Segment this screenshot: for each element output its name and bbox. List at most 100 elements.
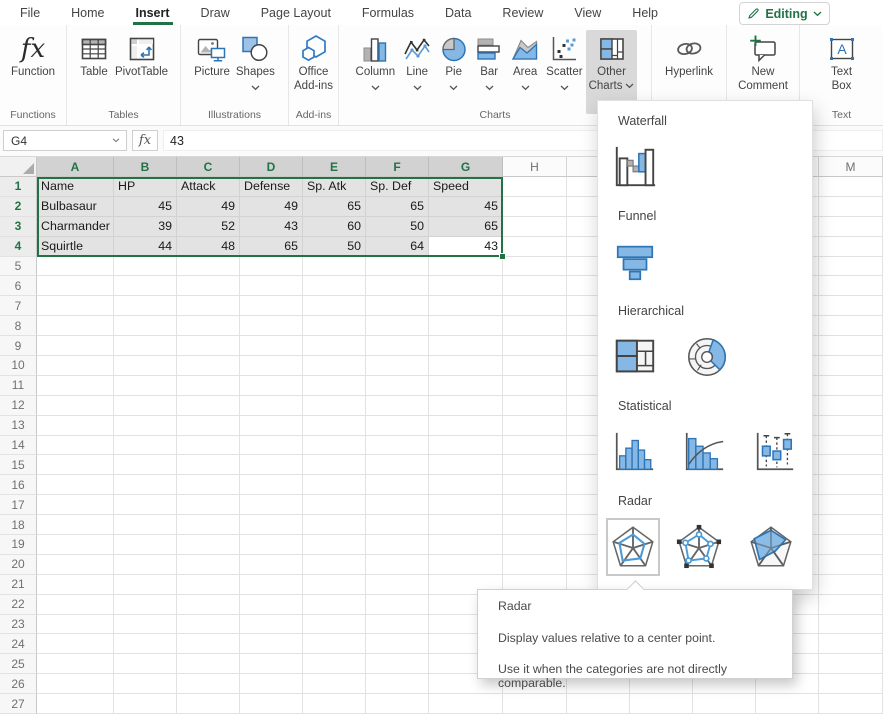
ribbon-button-scatter[interactable]: Scatter xyxy=(543,30,585,114)
cell-F26[interactable] xyxy=(366,674,429,694)
row-header-12[interactable]: 12 xyxy=(0,396,37,416)
cell-D13[interactable] xyxy=(240,416,303,436)
cell-D7[interactable] xyxy=(240,296,303,316)
cell-A18[interactable] xyxy=(37,515,114,535)
row-header-24[interactable]: 24 xyxy=(0,634,37,654)
cell-B27[interactable] xyxy=(114,694,177,714)
cell-M26[interactable] xyxy=(819,674,883,694)
row-header-26[interactable]: 26 xyxy=(0,674,37,694)
cell-A2[interactable]: Bulbasaur xyxy=(37,197,114,217)
cell-D21[interactable] xyxy=(240,575,303,595)
cell-M15[interactable] xyxy=(819,455,883,475)
cell-A1[interactable]: Name xyxy=(37,177,114,197)
ribbon-button-pivottable[interactable]: PivotTable xyxy=(112,30,171,114)
cell-C17[interactable] xyxy=(177,495,240,515)
row-header-23[interactable]: 23 xyxy=(0,615,37,635)
ribbon-button-column[interactable]: Column xyxy=(353,30,399,114)
cell-H6[interactable] xyxy=(503,276,567,296)
cell-B5[interactable] xyxy=(114,257,177,277)
cell-F10[interactable] xyxy=(366,356,429,376)
tab-review[interactable]: Review xyxy=(502,0,543,25)
cell-E3[interactable]: 60 xyxy=(303,217,366,237)
cell-C10[interactable] xyxy=(177,356,240,376)
cell-C23[interactable] xyxy=(177,615,240,635)
ribbon-button-shapes[interactable]: Shapes xyxy=(233,30,278,114)
ribbon-button-line[interactable]: Line xyxy=(398,30,436,114)
cell-D23[interactable] xyxy=(240,615,303,635)
cell-M4[interactable] xyxy=(819,237,883,257)
cell-A6[interactable] xyxy=(37,276,114,296)
cell-F15[interactable] xyxy=(366,455,429,475)
cell-G6[interactable] xyxy=(429,276,503,296)
cell-F27[interactable] xyxy=(366,694,429,714)
cell-B25[interactable] xyxy=(114,654,177,674)
cell-H1[interactable] xyxy=(503,177,567,197)
cell-A12[interactable] xyxy=(37,396,114,416)
cell-H8[interactable] xyxy=(503,316,567,336)
row-header-1[interactable]: 1 xyxy=(0,177,37,197)
cell-F23[interactable] xyxy=(366,615,429,635)
cell-F17[interactable] xyxy=(366,495,429,515)
cell-H17[interactable] xyxy=(503,495,567,515)
row-header-22[interactable]: 22 xyxy=(0,595,37,615)
tab-view[interactable]: View xyxy=(574,0,601,25)
cell-M9[interactable] xyxy=(819,336,883,356)
cell-B7[interactable] xyxy=(114,296,177,316)
cell-H9[interactable] xyxy=(503,336,567,356)
cell-C12[interactable] xyxy=(177,396,240,416)
cell-A8[interactable] xyxy=(37,316,114,336)
cell-D27[interactable] xyxy=(240,694,303,714)
ribbon-button-area[interactable]: Area xyxy=(507,30,543,114)
cell-B9[interactable] xyxy=(114,336,177,356)
cell-M22[interactable] xyxy=(819,595,883,615)
cell-M25[interactable] xyxy=(819,654,883,674)
cell-B21[interactable] xyxy=(114,575,177,595)
row-header-14[interactable]: 14 xyxy=(0,436,37,456)
cell-D14[interactable] xyxy=(240,436,303,456)
cell-M23[interactable] xyxy=(819,615,883,635)
cell-B10[interactable] xyxy=(114,356,177,376)
cell-H27[interactable] xyxy=(503,694,567,714)
cell-D11[interactable] xyxy=(240,376,303,396)
column-header-A[interactable]: A xyxy=(37,157,114,177)
cell-F14[interactable] xyxy=(366,436,429,456)
cell-L27[interactable] xyxy=(756,694,819,714)
row-header-11[interactable]: 11 xyxy=(0,376,37,396)
chart-type-box-whisker[interactable] xyxy=(751,425,797,479)
cell-B24[interactable] xyxy=(114,634,177,654)
column-header-C[interactable]: C xyxy=(177,157,240,177)
cell-G11[interactable] xyxy=(429,376,503,396)
row-header-8[interactable]: 8 xyxy=(0,316,37,336)
column-header-D[interactable]: D xyxy=(240,157,303,177)
cell-G1[interactable]: Speed xyxy=(429,177,503,197)
cell-B2[interactable]: 45 xyxy=(114,197,177,217)
chart-type-histogram[interactable] xyxy=(611,425,657,479)
row-header-10[interactable]: 10 xyxy=(0,356,37,376)
cell-B15[interactable] xyxy=(114,455,177,475)
cell-H11[interactable] xyxy=(503,376,567,396)
cell-C21[interactable] xyxy=(177,575,240,595)
row-header-7[interactable]: 7 xyxy=(0,296,37,316)
cell-G15[interactable] xyxy=(429,455,503,475)
cell-M13[interactable] xyxy=(819,416,883,436)
cell-C11[interactable] xyxy=(177,376,240,396)
cell-C25[interactable] xyxy=(177,654,240,674)
row-header-21[interactable]: 21 xyxy=(0,575,37,595)
cell-M12[interactable] xyxy=(819,396,883,416)
cell-G20[interactable] xyxy=(429,555,503,575)
cell-H2[interactable] xyxy=(503,197,567,217)
row-header-17[interactable]: 17 xyxy=(0,495,37,515)
cell-H16[interactable] xyxy=(503,475,567,495)
cell-F3[interactable]: 50 xyxy=(366,217,429,237)
cell-H19[interactable] xyxy=(503,535,567,555)
row-header-3[interactable]: 3 xyxy=(0,217,37,237)
column-header-B[interactable]: B xyxy=(114,157,177,177)
cell-D1[interactable]: Defense xyxy=(240,177,303,197)
row-header-5[interactable]: 5 xyxy=(0,257,37,277)
cell-B8[interactable] xyxy=(114,316,177,336)
cell-H10[interactable] xyxy=(503,356,567,376)
cell-D19[interactable] xyxy=(240,535,303,555)
cell-E10[interactable] xyxy=(303,356,366,376)
cell-E5[interactable] xyxy=(303,257,366,277)
cell-A17[interactable] xyxy=(37,495,114,515)
